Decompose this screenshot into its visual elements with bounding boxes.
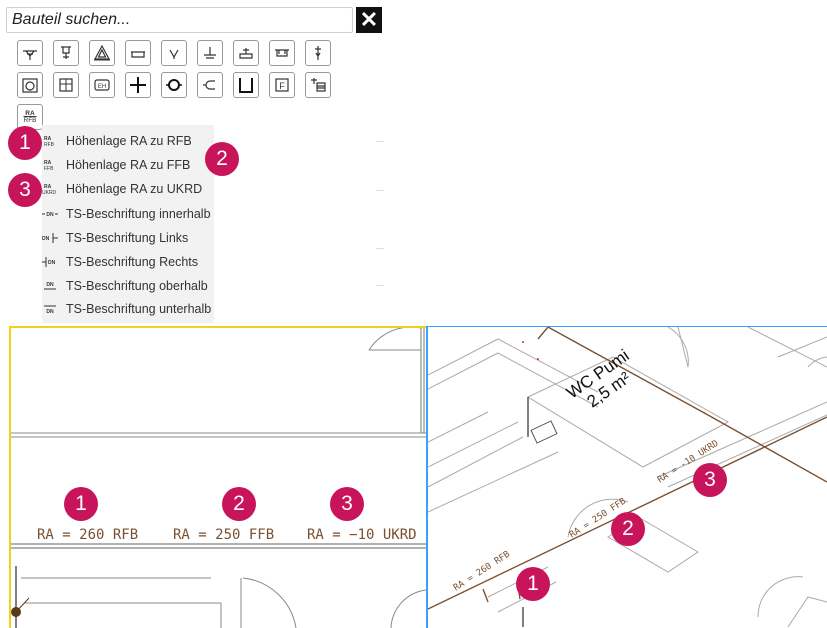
pump-button[interactable] (161, 72, 187, 98)
ra-button-line1: RA (25, 110, 35, 117)
shaft-icon (59, 78, 73, 92)
menu-item-label: TS-Beschriftung Rechts (66, 255, 198, 269)
divider (376, 141, 384, 142)
badge-1: 1 (64, 487, 98, 521)
bracket-icon (239, 78, 253, 93)
ra-button-line2: RFB (23, 117, 37, 124)
plan-2d-viewport[interactable] (9, 326, 426, 628)
ra-label-ukrd: RA = −10 UKRD (307, 527, 417, 543)
pump-icon (166, 79, 182, 91)
gully-icon (23, 50, 37, 60)
menu-item-dn-right[interactable]: DN TS-Beschriftung Rechts (42, 251, 214, 273)
menu-item-ra-rfb[interactable]: RA RFB Höhenlage RA zu RFB (42, 130, 214, 152)
menu-item-dn-inside[interactable]: DN TS-Beschriftung innerhalb (42, 203, 214, 225)
triangle-marker-icon (93, 44, 111, 61)
floor-drain-button[interactable] (53, 40, 79, 66)
tank-button[interactable] (17, 72, 43, 98)
basin-icon (131, 51, 145, 58)
menu-item-label: TS-Beschriftung innerhalb (66, 207, 211, 221)
ra-ffb-icon: RA FFB (42, 159, 58, 171)
f-element-button[interactable]: F (269, 72, 295, 98)
menu-item-ra-ffb[interactable]: RA FFB Höhenlage RA zu FFB (42, 154, 214, 176)
cabinet-button[interactable] (305, 72, 331, 98)
ra-ukrd-icon: RA UKRD (42, 183, 58, 195)
shaft-button[interactable] (53, 72, 79, 98)
valve-button[interactable] (161, 40, 187, 66)
ra-rfb-icon: RA RFB (42, 135, 58, 147)
search-input[interactable] (7, 8, 362, 32)
plug-icon (203, 80, 215, 90)
pipe-connection-button[interactable] (197, 40, 223, 66)
svg-text:DN: DN (46, 212, 54, 218)
badge-2: 2 (205, 142, 239, 176)
badge-3: 3 (330, 487, 364, 521)
close-button[interactable]: ✕ (356, 7, 382, 33)
badge-1: 1 (8, 126, 42, 160)
eh-element-icon: EH (94, 79, 110, 91)
standpipe-icon (315, 46, 321, 60)
menu-item-ra-ukrd[interactable]: RA UKRD Höhenlage RA zu UKRD (42, 178, 214, 200)
standpipe-button[interactable] (305, 40, 331, 66)
basin-button[interactable] (125, 40, 151, 66)
badge-1: 1 (516, 567, 550, 601)
dn-right-icon: DN (42, 256, 58, 268)
gully-button[interactable] (17, 40, 43, 66)
badge-2: 2 (222, 487, 256, 521)
menu-item-label: TS-Beschriftung unterhalb (66, 302, 212, 316)
menu-item-dn-below[interactable]: DN TS-Beschriftung unterhalb (42, 298, 214, 320)
divider (376, 190, 384, 191)
tank-icon (22, 78, 38, 93)
sink-button[interactable] (233, 40, 259, 66)
svg-text:FFB: FFB (44, 166, 54, 171)
pipe-connection-icon (204, 47, 216, 59)
ra-label-ffb: RA = 250 FFB (173, 527, 275, 543)
eh-element-button[interactable]: EH (89, 72, 115, 98)
menu-item-label: TS-Beschriftung oberhalb (66, 279, 208, 293)
menu-item-label: Höhenlage RA zu FFB (66, 158, 191, 172)
plan-2d-drawing (11, 328, 426, 628)
svg-text:UKRD: UKRD (42, 190, 57, 195)
svg-text:DN: DN (42, 236, 50, 242)
badge-2: 2 (611, 512, 645, 546)
svg-text:EH: EH (98, 84, 106, 90)
plan-3d-viewport[interactable]: WC Pumi 2,5 m² RA = 260 RFB RA = 250 FFB… (426, 326, 827, 628)
svg-text:F: F (279, 81, 285, 91)
bracket-button[interactable] (233, 72, 259, 98)
dn-inside-icon: DN (42, 208, 58, 220)
plug-button[interactable] (197, 72, 223, 98)
dropdown-menu: RA RFB Höhenlage RA zu RFB RA FFB Höhenlag… (42, 125, 214, 323)
svg-text:DN: DN (46, 282, 54, 288)
menu-item-label: TS-Beschriftung Links (66, 231, 189, 245)
bathtub-button[interactable] (269, 40, 295, 66)
badge-3: 3 (693, 463, 727, 497)
dn-above-icon: DN (42, 280, 58, 292)
badge-3: 3 (8, 173, 42, 207)
cabinet-icon (311, 78, 326, 92)
sink-icon (239, 48, 253, 59)
dn-left-icon: DN (42, 232, 58, 244)
ra-label-rfb: RA = 260 RFB (37, 527, 139, 543)
triangle-marker-button[interactable] (89, 40, 115, 66)
svg-text:DN: DN (46, 309, 54, 315)
cross-button[interactable] (125, 72, 151, 98)
svg-text:DN: DN (48, 260, 56, 266)
cross-icon (130, 77, 146, 93)
svg-text:RFB: RFB (44, 142, 55, 147)
divider (376, 248, 384, 249)
search-box (6, 7, 362, 33)
menu-item-label: Höhenlage RA zu UKRD (66, 182, 203, 196)
floor-drain-icon (61, 46, 71, 59)
dn-below-icon: DN (42, 303, 58, 315)
valve-icon (169, 49, 179, 59)
f-element-icon: F (275, 78, 289, 92)
menu-item-label: Höhenlage RA zu RFB (66, 134, 192, 148)
menu-item-dn-above[interactable]: DN TS-Beschriftung oberhalb (42, 275, 214, 297)
menu-item-dn-left[interactable]: DN TS-Beschriftung Links (42, 227, 214, 249)
divider (376, 285, 384, 286)
bathtub-icon (275, 49, 289, 57)
